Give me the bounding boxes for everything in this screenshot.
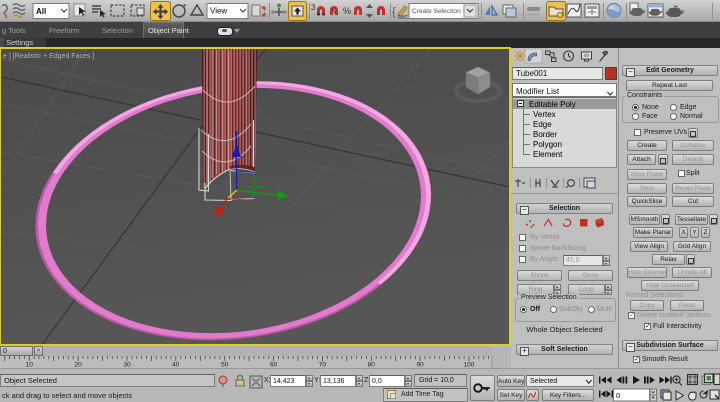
svg-text:%: % — [343, 6, 351, 16]
svg-text:0: 0 — [616, 391, 620, 400]
svg-text:All: All — [36, 7, 46, 16]
svg-text:ABC: ABC — [398, 15, 409, 21]
svg-text:e ] [Realistic + Edged Faces ]: e ] [Realistic + Edged Faces ] — [3, 53, 94, 60]
svg-text:{: { — [392, 6, 396, 18]
svg-text:View: View — [210, 7, 227, 16]
svg-text:3: 3 — [311, 3, 316, 12]
svg-text:Create Selection Se: Create Selection Se — [412, 8, 471, 15]
